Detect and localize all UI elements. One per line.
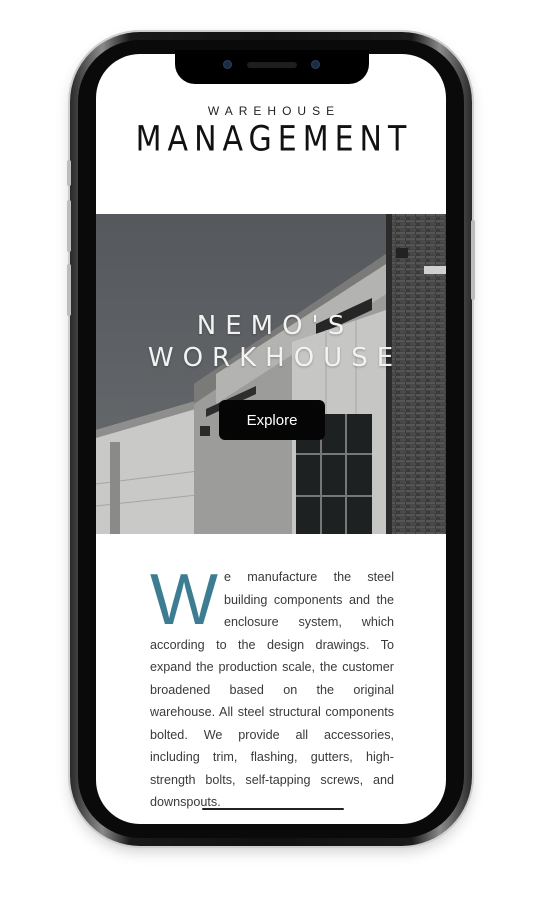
mockup-stage: WAREHOUSE MANAGEMENT NEMO'S WORKHOUSE Ex… xyxy=(0,0,543,917)
home-indicator[interactable] xyxy=(202,808,344,810)
phone-screen: WAREHOUSE MANAGEMENT NEMO'S WORKHOUSE Ex… xyxy=(96,54,446,824)
camera-icon xyxy=(223,60,232,69)
about-paragraph: W e manufacture the steel building compo… xyxy=(150,560,394,814)
volume-up-button xyxy=(67,200,71,252)
power-button xyxy=(471,220,475,300)
brand-eyebrow: WAREHOUSE xyxy=(207,104,341,118)
site-header: WAREHOUSE MANAGEMENT xyxy=(96,104,446,160)
brand-title: MANAGEMENT xyxy=(135,119,413,160)
hero-title: NEMO'S WORKHOUSE xyxy=(96,310,446,374)
hero-banner: NEMO'S WORKHOUSE Explore xyxy=(96,214,446,534)
mute-switch xyxy=(67,160,71,186)
hero-title-line-2: WORKHOUSE xyxy=(147,343,403,373)
hero-title-line-1: NEMO'S xyxy=(196,311,354,341)
phone-notch xyxy=(175,50,369,84)
sensor-icon xyxy=(311,60,320,69)
volume-down-button xyxy=(67,264,71,316)
explore-button[interactable]: Explore xyxy=(219,400,325,440)
warehouse-photo xyxy=(96,214,446,534)
speaker-icon xyxy=(247,62,297,68)
drop-cap: W xyxy=(150,560,218,640)
